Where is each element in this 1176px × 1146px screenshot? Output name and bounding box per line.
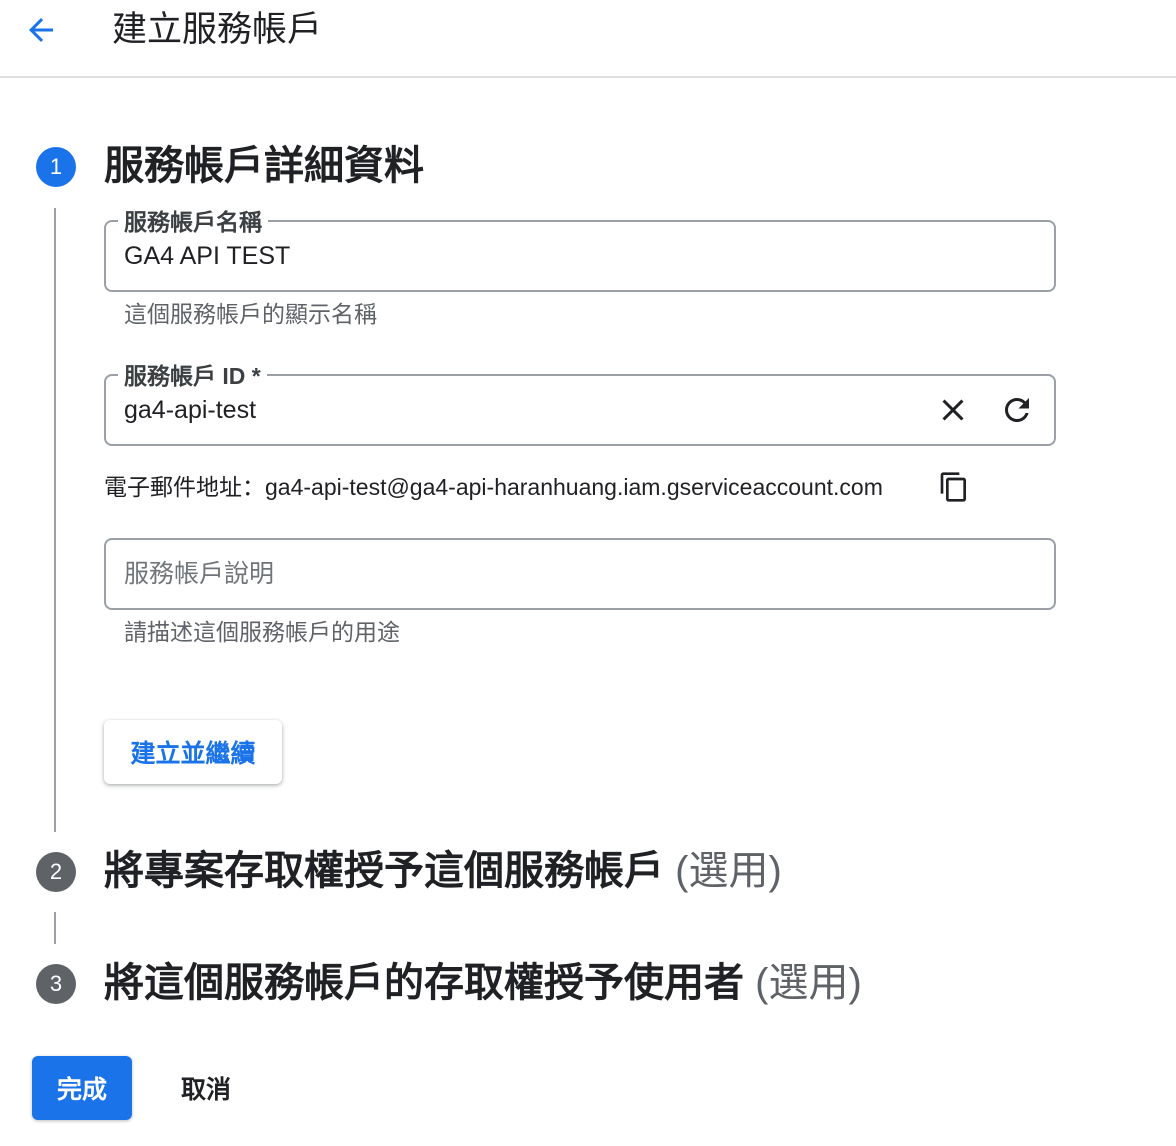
regenerate-id-button[interactable] [995, 388, 1039, 432]
copy-icon [940, 472, 966, 502]
cancel-button[interactable]: 取消 [160, 1056, 252, 1120]
create-and-continue-button[interactable]: 建立並繼續 [104, 720, 282, 784]
step-2-title-text: 將專案存取權授予這個服務帳戶 [104, 849, 664, 893]
refresh-icon [1005, 398, 1029, 422]
page-title: 建立服務帳戶 [112, 10, 323, 49]
step-3-indicator: 3 [36, 964, 76, 1004]
service-account-name-helper: 這個服務帳戶的顯示名稱 [124, 301, 377, 327]
copy-email-button[interactable] [932, 465, 976, 509]
step-2-title[interactable]: 將專案存取權授予這個服務帳戶 (選用) [104, 847, 782, 895]
step-3-title[interactable]: 將這個服務帳戶的存取權授予使用者 (選用) [104, 959, 862, 1007]
step-2-indicator: 2 [36, 852, 76, 892]
service-account-email: 電子郵件地址：ga4-api-test@ga4-api-haranhuang.i… [104, 473, 883, 501]
step-2-optional-tag: (選用) [675, 849, 782, 893]
step-3-optional-tag: (選用) [755, 961, 862, 1005]
service-account-id-label: 服務帳戶 ID * [118, 362, 267, 390]
service-account-name-label: 服務帳戶名稱 [118, 208, 268, 236]
service-account-description-placeholder: 服務帳戶說明 [124, 560, 275, 588]
email-label: 電子郵件地址： [104, 474, 265, 500]
back-button[interactable] [14, 8, 68, 52]
service-account-description-helper: 請描述這個服務帳戶的用途 [124, 619, 400, 645]
step-3-title-text: 將這個服務帳戶的存取權授予使用者 [104, 961, 744, 1005]
arrow-left-icon [29, 18, 53, 42]
service-account-name-value[interactable]: GA4 API TEST [124, 240, 290, 272]
clear-id-button[interactable] [931, 388, 975, 432]
close-icon [942, 399, 964, 421]
step-1-title-text: 服務帳戶詳細資料 [104, 144, 424, 188]
service-account-id-value[interactable]: ga4-api-test [124, 394, 256, 426]
stepper-connector-2 [54, 912, 56, 944]
email-value: ga4-api-test@ga4-api-haranhuang.iam.gser… [265, 474, 883, 500]
step-1-title[interactable]: 服務帳戶詳細資料 [104, 142, 424, 190]
stepper-connector-1 [54, 208, 56, 832]
done-button[interactable]: 完成 [32, 1056, 132, 1120]
step-1-indicator: 1 [36, 147, 76, 187]
